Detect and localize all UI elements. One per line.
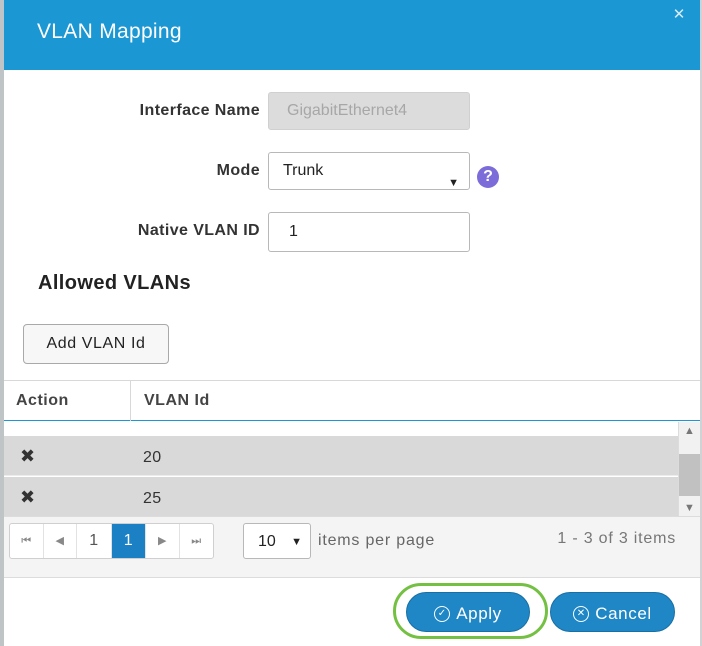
allowed-vlans-title: Allowed VLANs — [38, 272, 191, 294]
next-page-icon[interactable]: ▶ — [146, 524, 180, 558]
last-page-icon[interactable]: ⏭ — [180, 524, 214, 558]
page-size-value: 10 — [258, 533, 276, 550]
chevron-down-icon: ▼ — [291, 536, 302, 548]
cancel-label: Cancel — [595, 603, 652, 623]
vlan-id-cell: 25 — [143, 490, 162, 507]
page-button-current[interactable]: 1 — [111, 524, 146, 558]
interface-name-field: GigabitEthernet4 — [268, 92, 470, 130]
chevron-up-icon[interactable]: ▲ — [684, 425, 695, 437]
grid-body: ✖ 20 ✖ 25 — [4, 422, 678, 517]
scrollbar-thumb[interactable] — [679, 454, 700, 496]
add-vlan-id-button[interactable]: Add VLAN Id — [23, 324, 169, 364]
dialog-title: VLAN Mapping — [37, 20, 182, 43]
delete-icon[interactable]: ✖ — [20, 487, 35, 508]
page-input[interactable]: 1 — [77, 524, 112, 558]
native-vlan-input[interactable]: 1 — [268, 212, 470, 252]
native-vlan-label: Native VLAN ID — [137, 222, 260, 239]
chevron-down-icon: ▼ — [448, 177, 459, 189]
vlan-mapping-dialog: VLAN Mapping ✕ Interface Name GigabitEth… — [4, 0, 700, 646]
apply-label: Apply — [456, 603, 502, 623]
check-circle-icon: ✓ — [434, 605, 451, 622]
pager-buttons: ⏮ ◀ 1 1 ▶ ⏭ — [9, 523, 214, 559]
x-circle-icon: ✕ — [573, 605, 590, 622]
page-size-select[interactable]: 10 ▼ — [243, 523, 311, 559]
mode-select[interactable]: Trunk ▼ — [268, 152, 470, 190]
dialog-header: VLAN Mapping ✕ — [4, 0, 700, 70]
table-row-partial — [4, 422, 678, 436]
column-header-action[interactable]: Action — [16, 392, 69, 410]
table-row: ✖ 20 — [4, 436, 678, 476]
grid-pager: ⏮ ◀ 1 1 ▶ ⏭ 10 ▼ items per page 1 - 3 of… — [4, 516, 700, 578]
dialog-footer: ✓ Apply ✕ Cancel — [4, 578, 700, 646]
table-row: ✖ 25 — [4, 477, 678, 517]
chevron-down-icon[interactable]: ▼ — [684, 502, 695, 514]
delete-icon[interactable]: ✖ — [20, 446, 35, 467]
native-vlan-value: 1 — [289, 223, 298, 240]
first-page-icon[interactable]: ⏮ — [10, 524, 44, 558]
items-range-label: 1 - 3 of 3 items — [557, 530, 676, 547]
grid-scrollbar[interactable]: ▲ ▼ — [678, 422, 700, 517]
column-header-vlan-id[interactable]: VLAN Id — [144, 392, 210, 410]
mode-value: Trunk — [283, 162, 324, 179]
mode-label: Mode — [216, 162, 260, 179]
vlan-grid: Action VLAN Id ✖ 20 ✖ 25 ▲ ▼ — [4, 380, 700, 517]
interface-name-value: GigabitEthernet4 — [287, 102, 408, 119]
apply-button[interactable]: ✓ Apply — [406, 592, 530, 632]
items-per-page-label: items per page — [318, 532, 436, 549]
help-icon[interactable]: ? — [477, 166, 499, 188]
interface-name-label: Interface Name — [139, 102, 260, 119]
column-divider — [130, 381, 131, 421]
close-icon[interactable]: ✕ — [670, 6, 688, 24]
prev-page-icon[interactable]: ◀ — [44, 524, 77, 558]
cancel-button[interactable]: ✕ Cancel — [550, 592, 675, 632]
vlan-id-cell: 20 — [143, 449, 162, 466]
grid-header: Action VLAN Id — [4, 381, 700, 421]
